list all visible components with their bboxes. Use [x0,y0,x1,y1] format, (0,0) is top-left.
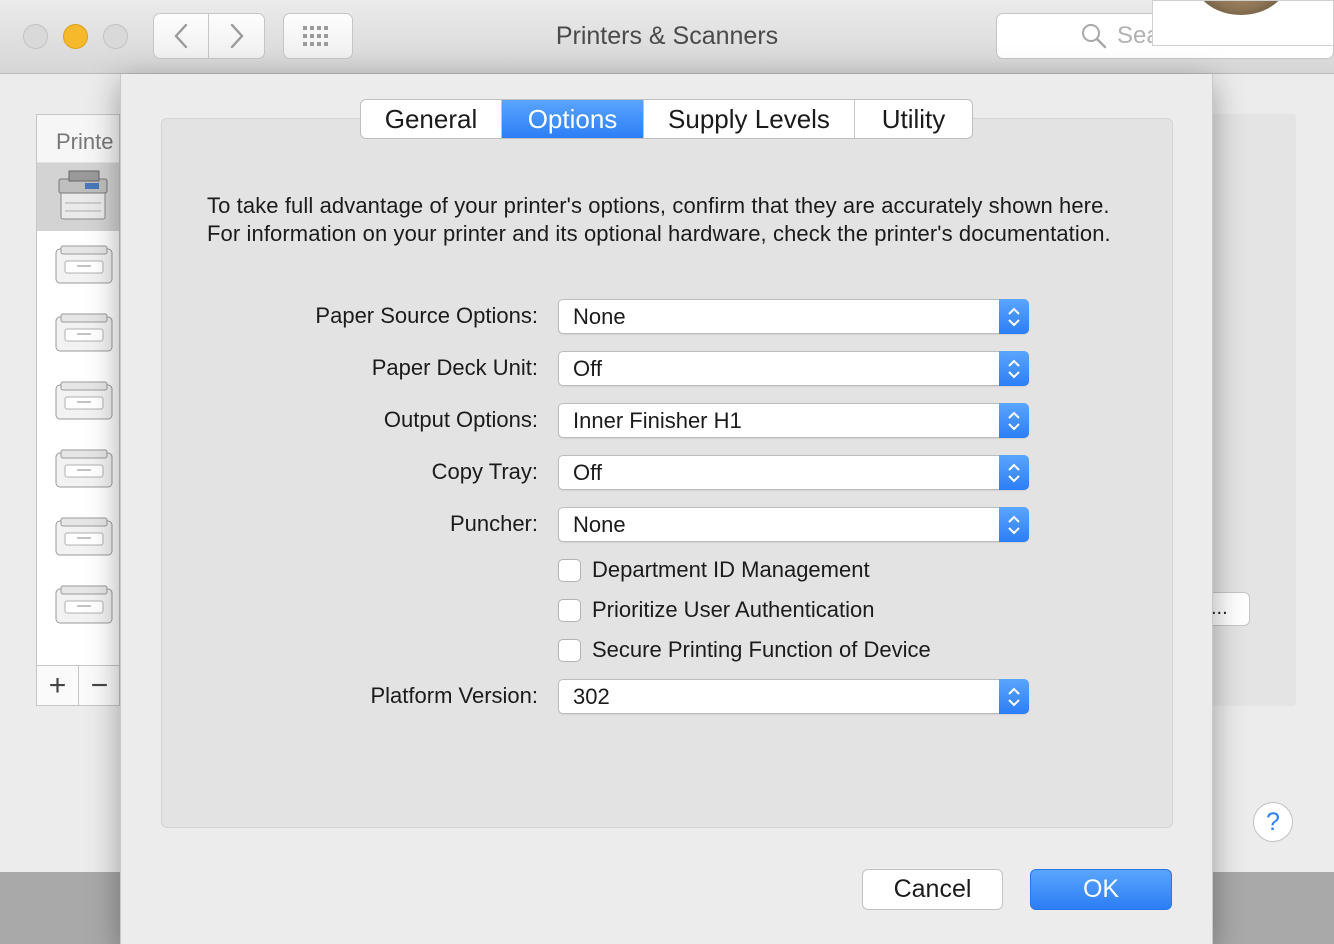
tab-general[interactable]: General [361,100,502,138]
output-options-popup[interactable]: Inner Finisher H1 [558,403,1029,438]
platform-version-label: Platform Version: [370,683,538,708]
avatar [1193,1,1289,15]
paper-deck-label: Paper Deck Unit: [371,355,538,380]
department-id-label: Department ID Management [592,557,870,582]
printer-icon [55,381,113,420]
paper-deck-value: Off [573,356,602,381]
paper-source-value: None [573,304,626,329]
printer-list-item[interactable] [37,571,119,639]
puncher-value: None [573,512,626,537]
up-down-arrows-icon [999,351,1029,386]
output-options-value: Inner Finisher H1 [573,408,742,433]
multifunction-printer-icon [58,170,108,220]
copy-tray-popup[interactable]: Off [558,455,1029,490]
printer-icon [55,313,113,352]
puncher-label: Puncher: [449,511,538,536]
tab-bar: General Options Supply Levels Utility [360,99,973,139]
printer-list-item[interactable] [37,231,119,299]
search-icon [1082,24,1107,49]
cancel-button[interactable]: Cancel [862,869,1003,910]
up-down-arrows-icon [999,507,1029,542]
printer-list-footer: + − [37,665,119,705]
options-description: To take full advantage of your printer's… [207,193,1111,246]
help-button[interactable]: ? [1253,802,1293,842]
add-printer-button[interactable]: + [37,666,79,705]
secure-printing-label: Secure Printing Function of Device [592,637,931,662]
paper-source-label: Paper Source Options: [315,303,538,328]
printer-list-item[interactable] [37,367,119,435]
printer-list-header: Printe [37,115,119,163]
printer-icon [55,245,113,284]
puncher-popup[interactable]: None [558,507,1029,542]
platform-version-popup[interactable]: 302 [558,679,1029,714]
title-bar: Printers & Scanners Sea [0,0,1334,74]
copy-tray-label: Copy Tray: [431,459,538,484]
tab-utility[interactable]: Utility [855,100,972,138]
checkbox-box[interactable] [558,638,581,662]
checkbox-box[interactable] [558,558,581,582]
printer-list-item[interactable] [37,503,119,571]
up-down-arrows-icon [999,403,1029,438]
printer-list-item[interactable] [37,163,119,231]
prioritize-user-auth-label: Prioritize User Authentication [592,597,875,622]
remove-printer-button[interactable]: − [79,666,119,705]
paper-deck-popup[interactable]: Off [558,351,1029,386]
tab-supply-levels[interactable]: Supply Levels [644,100,855,138]
secure-printing-checkbox[interactable]: Secure Printing Function of Device [558,637,931,662]
up-down-arrows-icon [999,455,1029,490]
up-down-arrows-icon [999,679,1029,714]
printer-icon [55,517,113,556]
printer-options-sheet: General Options Supply Levels Utility To… [120,74,1213,944]
up-down-arrows-icon [999,299,1029,334]
department-id-checkbox[interactable]: Department ID Management [558,557,870,582]
platform-version-value: 302 [573,684,610,709]
output-options-label: Output Options: [383,407,538,432]
checkbox-box[interactable] [558,598,581,622]
ok-button[interactable]: OK [1030,869,1172,910]
printer-icon [55,449,113,488]
user-picture-overlay [1152,0,1334,46]
copy-tray-value: Off [573,460,602,485]
printer-list-item[interactable] [37,299,119,367]
paper-source-popup[interactable]: None [558,299,1029,334]
printer-icon [55,585,113,624]
printer-list: Printe + − [36,114,120,706]
printer-list-item[interactable] [37,435,119,503]
tab-options[interactable]: Options [502,100,644,138]
prioritize-user-auth-checkbox[interactable]: Prioritize User Authentication [558,597,875,622]
